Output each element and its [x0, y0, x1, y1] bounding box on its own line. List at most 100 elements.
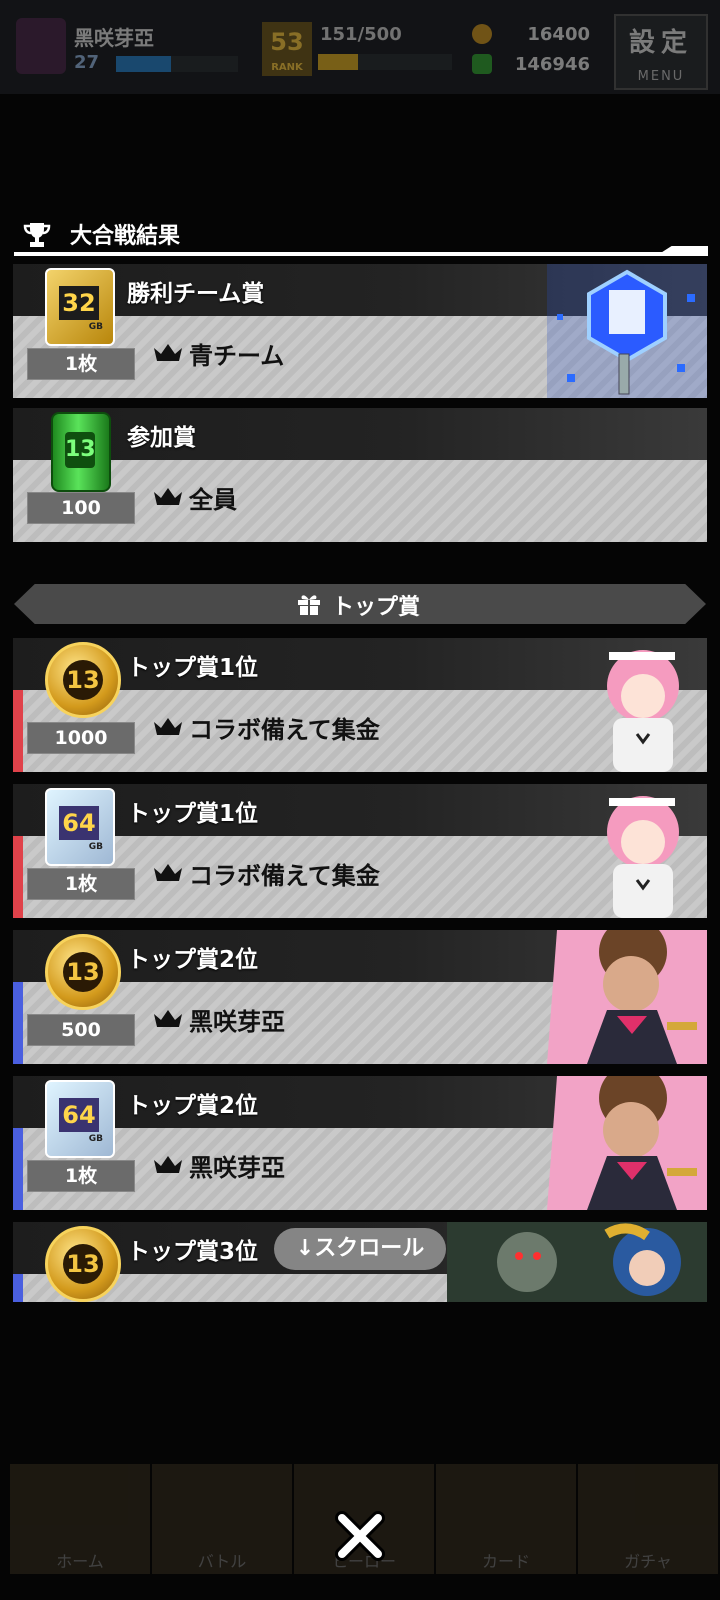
nav-tab[interactable]: ガチャ — [578, 1464, 718, 1574]
winner-name: コラボ備えて集金 — [189, 716, 380, 744]
stamina-bar — [318, 54, 452, 70]
prize-title: トップ賞2位 — [127, 1093, 259, 1119]
rank-accent — [13, 982, 23, 1064]
coin-count: 16400 — [527, 24, 590, 45]
prize-card: 32 GB 勝利チーム賞 青チーム 1枚 — [13, 264, 707, 398]
gift-icon — [298, 595, 320, 615]
menu-button[interactable]: 設定 MENU — [614, 14, 708, 90]
coin-icon: 13 — [45, 934, 121, 1010]
stamina-text: 151/500 — [320, 24, 402, 45]
rank-accent — [13, 836, 23, 918]
card-art — [547, 784, 707, 918]
prize-quantity: 500 — [27, 1014, 135, 1046]
prize-quantity: 1枚 — [27, 868, 135, 900]
crown-icon — [154, 864, 182, 881]
divider-notch — [656, 246, 708, 256]
prize-title: トップ賞3位 — [127, 1239, 259, 1265]
winner-name: 黑咲芽亞 — [189, 1008, 285, 1036]
crown-icon — [154, 1010, 182, 1027]
item-unit: GB — [88, 1134, 103, 1144]
character-portrait — [447, 1222, 707, 1302]
barrel-icon: 13 — [51, 412, 111, 492]
sd-card-icon: 64 GB — [45, 788, 115, 866]
prize-title: トップ賞1位 — [127, 655, 259, 681]
prize-item: 13 — [45, 642, 121, 718]
card-art — [547, 638, 707, 772]
item-label: 64 — [59, 1098, 99, 1132]
winner-name: コラボ備えて集金 — [189, 862, 380, 890]
rank-accent — [13, 1128, 23, 1210]
character-portrait — [607, 796, 679, 918]
crown-icon — [154, 1156, 182, 1173]
key-art-icon — [547, 264, 707, 398]
top-prize-title: トップ賞 — [332, 595, 421, 620]
winner-name: 青チーム — [189, 342, 285, 370]
section-divider — [14, 252, 708, 256]
item-label: 64 — [59, 806, 99, 840]
winner-name: 黑咲芽亞 — [189, 1154, 285, 1182]
rank-value: 53 — [270, 28, 304, 56]
prize-title: 勝利チーム賞 — [127, 281, 265, 307]
nav-label: ガチャ — [624, 1552, 672, 1571]
prize-item: 13 — [45, 412, 117, 492]
prize-quantity: 1000 — [27, 722, 135, 754]
trophy-icon — [23, 223, 51, 247]
player-name: 黑咲芽亞 — [74, 26, 154, 50]
card-art — [547, 408, 707, 542]
prize-title: トップ賞1位 — [127, 801, 259, 827]
crown-icon — [154, 718, 182, 735]
section-header: 大合戦結果 — [14, 216, 708, 256]
item-label: 32 — [59, 286, 99, 320]
prize-item: 13 — [45, 934, 121, 1010]
crown-icon — [154, 488, 182, 505]
prize-card: 64 GB トップ賞2位 黑咲芽亞 1枚 — [13, 1076, 707, 1210]
prize-card: 13 トップ賞2位 黑咲芽亞 500 — [13, 930, 707, 1064]
crown-icon — [154, 344, 182, 361]
rank-accent — [13, 690, 23, 772]
prize-quantity: 1枚 — [27, 348, 135, 380]
item-label: 13 — [65, 432, 96, 468]
gem-icon — [472, 54, 492, 74]
player-level: 27 — [74, 52, 100, 73]
prize-card: 64 GB トップ賞1位 コラボ備えて集金 1枚 — [13, 784, 707, 918]
coin-icon: 13 — [45, 642, 121, 718]
rank-label: RANK — [271, 62, 303, 73]
character-portrait — [607, 650, 679, 772]
prize-item: 32 GB — [45, 268, 117, 346]
winner-name: 全員 — [189, 486, 237, 514]
coin-icon: 13 — [45, 1226, 121, 1302]
card-art — [547, 930, 707, 1064]
item-label: 13 — [63, 1244, 103, 1284]
sd-card-icon: 32 GB — [45, 268, 115, 346]
nav-label: バトル — [197, 1552, 247, 1571]
item-unit: GB — [88, 842, 103, 852]
nav-tab[interactable]: バトル — [152, 1464, 292, 1574]
status-bar: 黑咲芽亞 27 53 RANK 151/500 16400 146946 設定 … — [0, 0, 720, 94]
nav-label: カード — [481, 1552, 530, 1571]
nav-label: ホーム — [56, 1552, 104, 1571]
avatar[interactable] — [16, 18, 66, 74]
prize-item: 64 GB — [45, 1080, 117, 1158]
rank-badge: 53 RANK — [262, 22, 312, 76]
menu-label-top: 設定 — [628, 28, 693, 58]
top-prize-banner: トップ賞 — [14, 584, 706, 624]
section-title: 大合戦結果 — [70, 224, 181, 249]
prize-title: 参加賞 — [127, 425, 196, 451]
scroll-hint[interactable]: ↓スクロール — [274, 1228, 446, 1270]
card-art — [547, 1076, 707, 1210]
prize-card: 13 トップ賞1位 コラボ備えて集金 1000 — [13, 638, 707, 772]
menu-label-bottom: MENU — [637, 69, 685, 84]
nav-tab[interactable]: カード — [436, 1464, 576, 1574]
prize-item: 13 — [45, 1226, 121, 1302]
rank-accent — [13, 1274, 23, 1302]
prize-title: トップ賞2位 — [127, 947, 259, 973]
character-portrait — [547, 930, 707, 1064]
close-icon[interactable] — [330, 1506, 390, 1566]
item-label: 13 — [63, 952, 103, 992]
prize-card: 13 参加賞 全員 100 — [13, 408, 707, 542]
item-unit: GB — [88, 322, 103, 332]
item-label: 13 — [63, 660, 103, 700]
nav-tab[interactable]: ホーム — [10, 1464, 150, 1574]
prize-quantity: 100 — [27, 492, 135, 524]
card-art — [547, 264, 707, 398]
